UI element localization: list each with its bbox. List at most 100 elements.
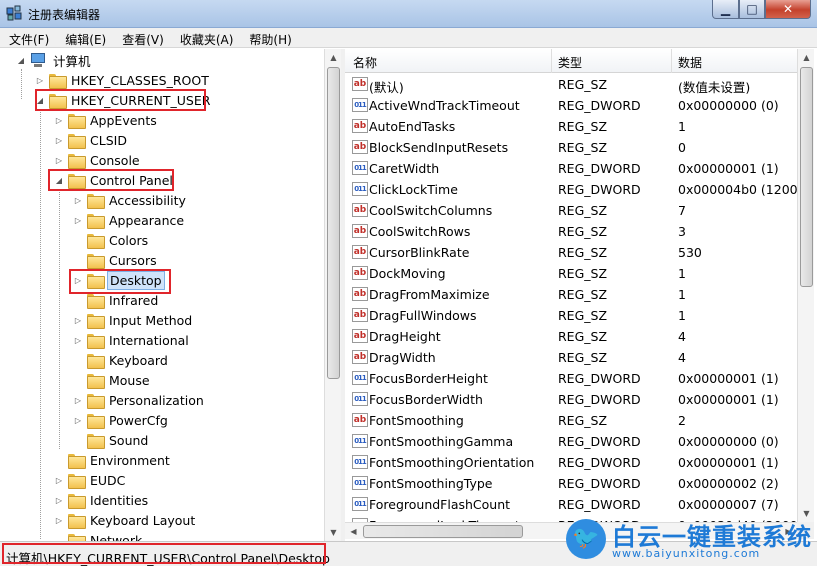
tree-node[interactable]: Cursors (73, 250, 159, 270)
maximize-button[interactable]: □ (739, 0, 765, 19)
expand-icon[interactable]: ▷ (73, 196, 83, 205)
string-value-icon: ab (352, 329, 368, 343)
tree-node[interactable]: ▷ AppEvents (54, 110, 159, 130)
menu-view[interactable]: 查看(V) (113, 28, 171, 47)
collapse-icon[interactable]: ◢ (16, 56, 26, 65)
minimize-button[interactable]: ▁ (712, 0, 739, 19)
binary-value-icon: 011 (352, 455, 368, 469)
list-item[interactable]: ab CoolSwitchRows REG_SZ 3 (345, 221, 797, 242)
tree-node[interactable]: Sound (73, 430, 150, 450)
folder-icon (87, 333, 105, 349)
expand-icon[interactable]: ▷ (73, 316, 83, 325)
value-type: REG_SZ (558, 77, 608, 92)
tree-node[interactable]: ▷ PowerCfg (73, 410, 170, 430)
tree-node[interactable]: ▷ Keyboard Layout (54, 510, 197, 530)
value-type: REG_SZ (558, 245, 608, 260)
scroll-left-icon[interactable]: ◀ (345, 523, 362, 540)
expand-icon[interactable]: ▷ (73, 396, 83, 405)
tree-node-label: Keyboard (109, 352, 168, 368)
tree-node[interactable]: ▷ Input Method (73, 310, 194, 330)
tree-node[interactable]: ▷ Appearance (73, 210, 186, 230)
expand-icon[interactable]: ▷ (73, 336, 83, 345)
column-header-name[interactable]: 名称 (353, 54, 377, 71)
list-item[interactable]: 011 FocusBorderWidth REG_DWORD 0x00000001 (… (345, 389, 797, 410)
tree-node[interactable]: ▷ HKEY_CLASSES_ROOT (35, 70, 211, 90)
list-item[interactable]: 011 ClickLockTime REG_DWORD 0x000004b0 (120… (345, 179, 797, 200)
list-item[interactable]: 011 FocusBorderHeight REG_DWORD 0x00000001 … (345, 368, 797, 389)
list-item[interactable]: ab DragHeight REG_SZ 4 (345, 326, 797, 347)
string-value-icon: ab (352, 245, 368, 259)
expand-icon[interactable]: ▷ (54, 476, 64, 485)
tree-node[interactable]: Keyboard (73, 350, 170, 370)
list-item[interactable]: 011 ForegroundFlashCount REG_DWORD 0x000000… (345, 494, 797, 515)
menu-help[interactable]: 帮助(H) (240, 28, 298, 47)
highlight-status-path (2, 543, 326, 564)
computer-icon (30, 52, 47, 68)
scroll-up-icon[interactable]: ▲ (798, 49, 815, 66)
value-name: AutoEndTasks (369, 119, 456, 134)
list-item[interactable]: ab DragFromMaximize REG_SZ 1 (345, 284, 797, 305)
expand-icon[interactable]: ▷ (54, 516, 64, 525)
binary-value-icon: 011 (352, 434, 368, 448)
list-item[interactable]: 011 FontSmoothingType REG_DWORD 0x00000002 … (345, 473, 797, 494)
list-item[interactable]: ab (默认) REG_SZ (数值未设置) (345, 74, 797, 95)
expand-icon[interactable]: ▷ (54, 116, 64, 125)
expand-icon[interactable]: ▷ (54, 136, 64, 145)
folder-icon (87, 193, 105, 209)
list-item[interactable]: ab CursorBlinkRate REG_SZ 530 (345, 242, 797, 263)
tree-node-label: Input Method (109, 312, 193, 328)
menu-favorites[interactable]: 收藏夹(A) (171, 28, 241, 47)
tree-node[interactable]: Colors (73, 230, 150, 250)
list-item[interactable]: ab DragWidth REG_SZ 4 (345, 347, 797, 368)
tree-node[interactable]: ▷ Console (54, 150, 142, 170)
column-separator[interactable] (551, 49, 552, 73)
expand-icon[interactable]: ▷ (73, 416, 83, 425)
list-item[interactable]: ab AutoEndTasks REG_SZ 1 (345, 116, 797, 137)
column-header-data[interactable]: 数据 (678, 54, 702, 71)
binary-value-icon: 011 (352, 98, 368, 112)
menu-edit[interactable]: 编辑(E) (56, 28, 113, 47)
tree-node[interactable]: ▷ Identities (54, 490, 150, 510)
values-list[interactable]: 名称 类型 数据 ab (默认) REG_SZ (数值未设置) 011 ActiveWnd… (345, 49, 797, 522)
tree-node[interactable]: ▷ CLSID (54, 130, 129, 150)
column-separator[interactable] (671, 49, 672, 73)
tree-node-computer[interactable]: ◢ 计算机 (16, 50, 93, 70)
menu-file[interactable]: 文件(F) (0, 28, 56, 47)
scroll-thumb[interactable] (800, 67, 813, 287)
scroll-thumb[interactable] (363, 525, 523, 538)
list-item[interactable]: ab BlockSendInputResets REG_SZ 0 (345, 137, 797, 158)
tree-node[interactable]: ▷ International (73, 330, 191, 350)
tree-node[interactable]: Environment (54, 450, 172, 470)
tree-node[interactable]: Mouse (73, 370, 152, 390)
column-header-type[interactable]: 类型 (558, 54, 582, 71)
value-data: 1 (678, 308, 686, 323)
list-item[interactable]: ab DockMoving REG_SZ 1 (345, 263, 797, 284)
tree-node[interactable]: ▷ Personalization (73, 390, 206, 410)
tree-node[interactable]: ▷ EUDC (54, 470, 127, 490)
list-item[interactable]: 011 FontSmoothingGamma REG_DWORD 0x00000000… (345, 431, 797, 452)
close-button[interactable]: ✕ (765, 0, 811, 19)
value-data: 0x00000000 (0) (678, 98, 779, 113)
tree-node[interactable]: ▷ Accessibility (73, 190, 188, 210)
value-type: REG_DWORD (558, 455, 641, 470)
list-item[interactable]: 011 FontSmoothingOrientation REG_DWORD 0x00… (345, 452, 797, 473)
tree-scrollbar[interactable]: ▲ ▼ (324, 49, 341, 541)
expand-icon[interactable]: ▷ (35, 76, 45, 85)
list-vertical-scrollbar[interactable]: ▲ ▼ (797, 49, 814, 522)
list-item[interactable]: 011 CaretWidth REG_DWORD 0x00000001 (1) (345, 158, 797, 179)
value-type: REG_SZ (558, 329, 608, 344)
value-name: ClickLockTime (369, 182, 458, 197)
expand-icon[interactable]: ▷ (54, 156, 64, 165)
list-item[interactable]: ab DragFullWindows REG_SZ 1 (345, 305, 797, 326)
list-item[interactable]: ab FontSmoothing REG_SZ 2 (345, 410, 797, 431)
list-item[interactable]: ab CoolSwitchColumns REG_SZ 7 (345, 200, 797, 221)
scroll-down-icon[interactable]: ▼ (325, 524, 342, 541)
expand-icon[interactable]: ▷ (54, 496, 64, 505)
expand-icon[interactable]: ▷ (73, 216, 83, 225)
title-bar[interactable]: 注册表编辑器 ▁ □ ✕ (0, 0, 817, 28)
scroll-thumb[interactable] (327, 67, 340, 379)
scroll-up-icon[interactable]: ▲ (325, 49, 342, 66)
list-item[interactable]: 011 ActiveWndTrackTimeout REG_DWORD 0x00000… (345, 95, 797, 116)
registry-tree[interactable]: ◢ 计算机 ▷ HKEY_CLASSES_ROOT ◢ HKEY_CURRENT_U… (0, 49, 324, 541)
tree-node[interactable]: Network (54, 530, 144, 541)
